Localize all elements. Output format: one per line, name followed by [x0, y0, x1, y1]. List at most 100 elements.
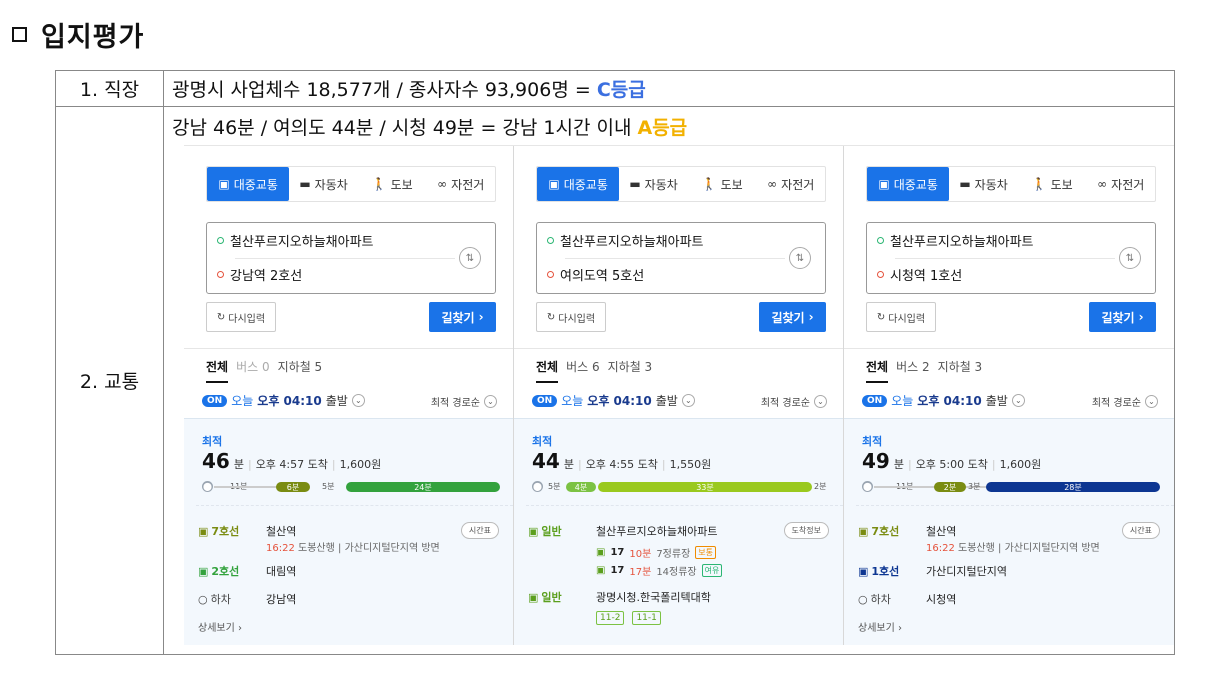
origin-field[interactable]: 철산푸르지오하늘채아파트 [547, 231, 704, 250]
reset-button[interactable]: ↻ 다시입력 [866, 302, 936, 332]
depart-selector[interactable]: ON 오늘 오후 04:10 출발 ⌄ [532, 392, 695, 409]
origin-text: 철산푸르지오하늘채아파트 [890, 235, 1034, 250]
tab-all[interactable]: 전체 [866, 358, 889, 383]
divider [184, 348, 513, 349]
separator: | [577, 458, 582, 471]
tab-bicycle[interactable]: ∞ 자전거 [426, 167, 495, 201]
tab-car[interactable]: ▬ 자동차 [619, 167, 688, 201]
route-panel-cityhall: ▣ 대중교통 ▬ 자동차 🚶 도보 ∞ 자전거 철산푸르지오하늘채아파트 시청역 1호선… [844, 146, 1174, 645]
best-label: 최적 [202, 435, 223, 448]
sort-selector[interactable]: 최적 경로순 ⌄ [431, 394, 497, 409]
tab-bus[interactable]: 버스 0 [236, 358, 270, 383]
tab-transit[interactable]: ▣ 대중교통 [867, 167, 950, 201]
timetable-button[interactable]: 시간표 [460, 522, 499, 539]
segment-minutes: 2분 [943, 482, 957, 492]
line-name: 7호선 [211, 525, 240, 538]
tab-subway[interactable]: 지하철 5 [278, 358, 323, 383]
tab-car[interactable]: ▬ 자동차 [949, 167, 1018, 201]
tab-label: 자동차 [644, 177, 678, 192]
destination-field[interactable]: 강남역 2호선 [217, 265, 302, 284]
origin-field[interactable]: 철산푸르지오하늘채아파트 [217, 231, 374, 250]
chevron-down-icon: ⌄ [814, 395, 827, 408]
crowd-tag: 여유 [701, 563, 723, 577]
total-minutes: 46 [202, 449, 230, 473]
tab-transit[interactable]: ▣ 대중교통 [207, 167, 290, 201]
detail-link[interactable]: 상세보기 › [858, 619, 902, 634]
line7-segment: 6분 [276, 482, 310, 492]
row-workplace: 1. 직장 광명시 사업체수 18,577개 / 종사자수 93,906명 = … [55, 70, 1175, 107]
bus-icon: ▣ [878, 177, 890, 191]
bus-icon: ▣ [218, 177, 230, 191]
today-label: 오늘 [561, 394, 584, 408]
route-result[interactable]: 최적 46분 |오후 4:57 도착 |1,600원 ⬤ 11분 6분 5분 [184, 418, 513, 645]
route-result[interactable]: 최적 49분 |오후 5:00 도착 |1,600원 ⬤ 11분 2분 3분 [844, 418, 1174, 645]
tab-walk[interactable]: 🚶 도보 [358, 167, 427, 201]
destination-field[interactable]: 여의도역 5호선 [547, 265, 644, 284]
destination-field[interactable]: 시청역 1호선 [877, 265, 962, 284]
route-timeline-bar: ⬤ 11분 6분 5분 24분 [202, 481, 500, 493]
step-line: ▣ 일반 [528, 589, 596, 605]
tab-bicycle[interactable]: ∞ 자전거 [756, 167, 825, 201]
arrival-time: 오후 5:00 도착 [915, 458, 988, 471]
find-route-button[interactable]: 길찾기 › [1089, 302, 1156, 332]
tab-bicycle[interactable]: ∞ 자전거 [1086, 167, 1155, 201]
on-toggle[interactable]: ON [862, 394, 888, 407]
tab-walk[interactable]: 🚶 도보 [1018, 167, 1087, 201]
detail-link[interactable]: 상세보기 › [198, 619, 242, 634]
line-name: 2호선 [211, 565, 240, 578]
tab-walk[interactable]: 🚶 도보 [688, 167, 757, 201]
bus-icon: ▣ [548, 177, 560, 191]
tab-bus[interactable]: 버스 2 [896, 358, 930, 383]
destination-dot-icon [547, 271, 554, 278]
swap-icon[interactable]: ⇅ [1119, 247, 1141, 269]
destination-dot-icon [877, 271, 884, 278]
swap-icon[interactable]: ⇅ [789, 247, 811, 269]
origin-field[interactable]: 철산푸르지오하늘채아파트 [877, 231, 1034, 250]
line-name: 일반 [541, 525, 562, 538]
depart-selector[interactable]: ON 오늘 오후 04:10 출발 ⌄ [862, 392, 1025, 409]
find-route-button[interactable]: 길찾기 › [759, 302, 826, 332]
origin-text: 철산푸르지오하늘채아파트 [560, 235, 704, 250]
bus-segment: 4분 [566, 482, 596, 492]
tab-subway[interactable]: 지하철 3 [608, 358, 653, 383]
row-value: 광명시 사업체수 18,577개 / 종사자수 93,906명 = C등급 [163, 70, 1175, 107]
find-route-button[interactable]: 길찾기 › [429, 302, 496, 332]
tab-all[interactable]: 전체 [206, 358, 229, 383]
today-label: 오늘 [231, 394, 254, 408]
swap-icon[interactable]: ⇅ [459, 247, 481, 269]
timetable-button[interactable]: 시간표 [1121, 522, 1160, 539]
on-toggle[interactable]: ON [202, 394, 228, 407]
tab-subway[interactable]: 지하철 3 [938, 358, 983, 383]
step-station: 대림역 [266, 565, 297, 578]
step-row: ▣ 일반 철산푸르지오하늘채아파트 도착정보 [528, 519, 829, 543]
on-toggle[interactable]: ON [532, 394, 558, 407]
line-name: 하차 [210, 593, 231, 606]
tab-all[interactable]: 전체 [536, 358, 559, 383]
chevron-down-icon: ⌄ [351, 394, 365, 407]
chevron-right-icon: › [808, 310, 814, 324]
tab-car[interactable]: ▬ 자동차 [289, 167, 358, 201]
sort-selector[interactable]: 최적 경로순 ⌄ [1092, 394, 1158, 409]
reset-label: 다시입력 [228, 313, 266, 325]
arrival-info-button[interactable]: 도착정보 [783, 522, 829, 539]
tab-label: 도보 [390, 177, 413, 192]
step-station: 강남역 [266, 593, 297, 606]
best-label: 최적 [532, 435, 553, 448]
depart-label: 출발 [325, 394, 348, 408]
reset-button[interactable]: ↻ 다시입력 [536, 302, 606, 332]
route-result[interactable]: 최적 44 분 | 오후 4:55 도착 | 1,550원 ⬤ 5분 4분 33분 2… [514, 418, 843, 645]
stops-away: 7정류장 [656, 548, 691, 560]
find-label: 길찾기 [1101, 310, 1135, 325]
best-label: 최적 [862, 435, 883, 448]
reset-button[interactable]: ↻ 다시입력 [206, 302, 276, 332]
tab-transit[interactable]: ▣ 대중교통 [537, 167, 620, 201]
bus-icon: ▣ [528, 590, 539, 604]
bus-arrival-row: ▣ 17 17분 14정류장 여유 [528, 561, 829, 579]
tab-label: 대중교통 [893, 177, 938, 192]
step-row: ▣ 일반 광명시청.한국폴리텍대학 [528, 585, 829, 609]
bus-number: 17 [610, 546, 625, 558]
bus-arrival-row: ▣ 17 10분 7정류장 보통 [528, 543, 829, 561]
sort-selector[interactable]: 최적 경로순 ⌄ [761, 394, 827, 409]
depart-selector[interactable]: ON 오늘 오후 04:10 출발 ⌄ [202, 392, 365, 409]
tab-bus[interactable]: 버스 6 [566, 358, 600, 383]
